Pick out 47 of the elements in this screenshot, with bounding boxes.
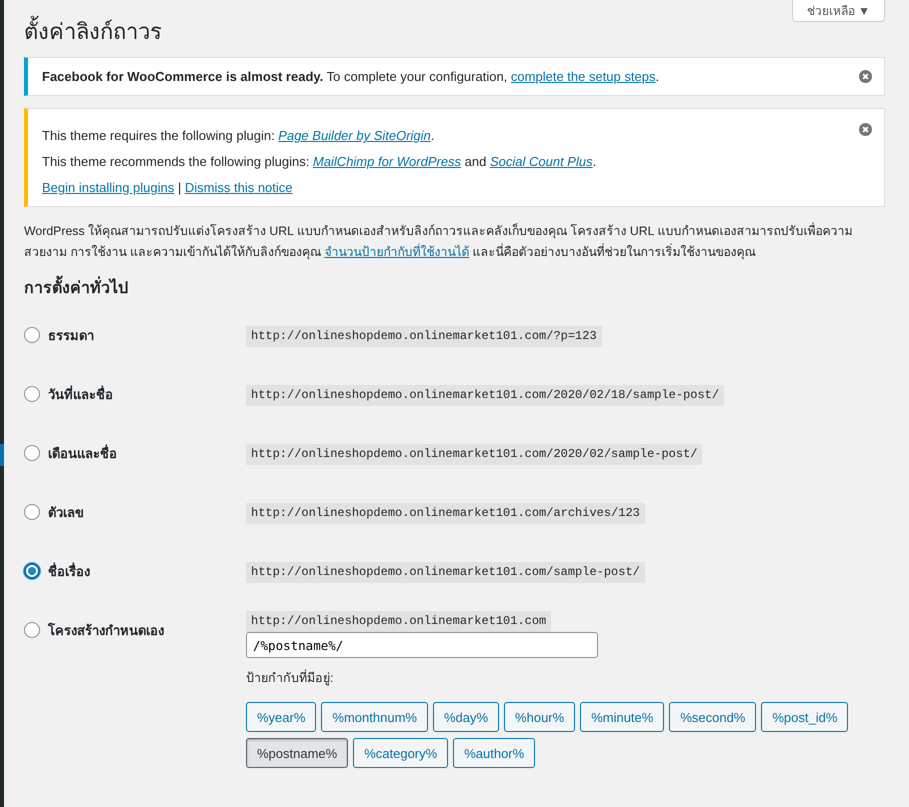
radio-button[interactable] xyxy=(24,445,40,461)
notice-link[interactable]: complete the setup steps xyxy=(510,69,656,84)
notice-link[interactable]: Begin installing plugins xyxy=(42,180,174,195)
intro-paragraph: WordPress ให้คุณสามารถปรับแต่งโครงสร้าง URL แบบกำหนดเองสำหรับลิงก์ถาวรและคลังเก็บของคุณ โครงสร้าง URL แบบกำหนดเองสามารถปรับเพื่อความสวยงาม การใช้งาน และความเข้ากันได้ให้กับลิงก์ของคุณ จำนวนป้ายกำกับที่ใช้งานได้ และนี่คือตัวอย่างบางอันที่ช่วยในการเริ่มใช้งานของคุณ xyxy=(24,221,854,262)
radio-button[interactable] xyxy=(24,327,40,343)
structure-input-field[interactable]: /%postname%/ xyxy=(246,632,598,658)
help-button[interactable]: ช่วยเหลือ ▼ xyxy=(792,0,885,22)
page-title: ตั้งค่าลิงก์ถาวร xyxy=(24,14,162,49)
tag-button[interactable]: %second% xyxy=(669,702,756,732)
notice-link[interactable]: Dismiss this notice xyxy=(184,180,293,195)
tags-link[interactable]: จำนวนป้ายกำกับที่ใช้งานได้ xyxy=(324,245,470,259)
example-url: http://onlineshopdemo.onlinemarket101.com/archives/123 xyxy=(246,503,645,524)
tag-button[interactable]: %day% xyxy=(432,702,500,732)
example-url: http://onlineshopdemo.onlinemarket101.com/2020/02/sample-post/ xyxy=(246,444,702,465)
example-url: http://onlineshopdemo.onlinemarket101.com/2020/02/18/sample-post/ xyxy=(246,385,724,406)
option-label: ธรรมดา xyxy=(48,326,94,344)
example-url: http://onlineshopdemo.onlinemarket101.com/?p=123 xyxy=(246,326,602,347)
option-label: วันที่และชื่อ xyxy=(48,384,113,404)
radio-button[interactable] xyxy=(24,622,40,638)
radio-button[interactable] xyxy=(24,563,40,579)
tag-button[interactable]: %year% xyxy=(246,702,316,732)
notice-link[interactable]: MailChimp for WordPress xyxy=(312,154,462,169)
base-url: http://onlineshopdemo.onlinemarket101.com xyxy=(246,611,552,632)
option-label: โครงสร้างกำหนดเอง xyxy=(48,622,164,640)
radio-button[interactable] xyxy=(24,504,40,520)
option-label: เดือนและชื่อ xyxy=(48,444,117,462)
radio-button[interactable] xyxy=(24,386,40,402)
tag-button[interactable]: %category% xyxy=(353,738,448,768)
tag-button[interactable]: %postname% xyxy=(246,738,348,768)
notice-text: Facebook for WooCommerce is almost ready. To complete your configuration, complete the setup steps. xyxy=(42,68,660,85)
notice-text: Begin installing plugins | Dismiss this notice xyxy=(42,179,294,196)
option-label: ตัวเลข xyxy=(48,504,84,522)
tag-button[interactable]: %minute% xyxy=(580,702,664,732)
tag-button[interactable]: %author% xyxy=(453,738,536,768)
tag-button[interactable]: %monthnum% xyxy=(321,702,428,732)
dismiss-icon[interactable] xyxy=(859,123,872,136)
notice-text: This theme requires the following plugin: Page Builder by SiteOrigin. xyxy=(42,127,436,144)
example-url: http://onlineshopdemo.onlinemarket101.com/sample-post/ xyxy=(246,562,645,583)
section-heading: การตั้งค่าทั่วไป xyxy=(24,275,885,300)
tags-label: ป้ายกำกับที่มีอยู่: xyxy=(246,668,334,688)
tag-button[interactable]: %post_id% xyxy=(761,702,848,732)
notice-link[interactable]: Social Count Plus xyxy=(490,154,593,169)
notice-text: This theme recommends the following plugins: MailChimp for WordPress and Social Count Plus. xyxy=(42,153,596,170)
tag-button[interactable]: %hour% xyxy=(504,702,576,732)
dismiss-icon[interactable] xyxy=(859,70,872,83)
notice-link[interactable]: Page Builder by SiteOrigin xyxy=(278,128,431,143)
option-label: ชื่อเรื่อง xyxy=(48,562,90,580)
